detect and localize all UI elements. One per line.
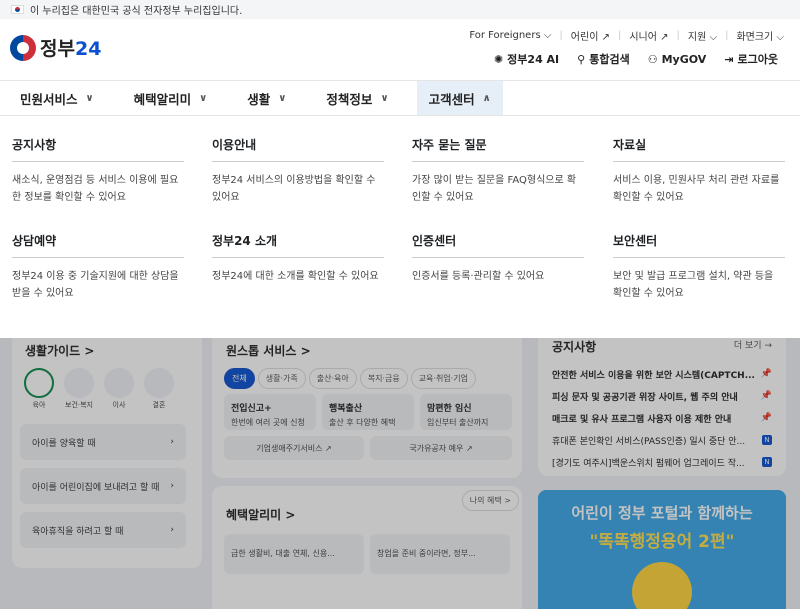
- dropdown-item-consult[interactable]: 상담예약 정부24 이용 중 기술지원에 대한 상담을 받을 수 있어요: [12, 232, 184, 302]
- ai-link[interactable]: ✺ 정부24 AI: [494, 51, 559, 67]
- government-emblem-icon: [10, 34, 36, 61]
- header: 정부24 For Foreigners ⌵ | 어린이 ↗ | 시니어 ↗ | 지원 …: [0, 19, 800, 80]
- search-link[interactable]: ⚲ 통합검색: [577, 51, 630, 67]
- ai-icon: ✺: [493, 52, 504, 66]
- dropdown-item-guide[interactable]: 이용안내 정부24 서비스의 이용방법을 확인할 수 있어요: [212, 136, 384, 206]
- gov-banner: 이 누리집은 대한민국 공식 전자정부 누리집입니다.: [0, 0, 800, 19]
- chevron-down-icon: ∨: [199, 92, 208, 104]
- dropdown-item-faq[interactable]: 자주 묻는 질문 가장 많이 받는 질문을 FAQ형식으로 확인할 수 있어요: [412, 136, 584, 206]
- dropdown-item-cert[interactable]: 인증센터 인증서를 등록·관리할 수 있어요: [412, 232, 584, 285]
- main-nav: 민원서비스 ∨ 혜택알리미 ∨ 생활 ∨ 정책정보 ∨ 고객센터 ∧: [0, 80, 800, 116]
- util-support[interactable]: 지원 ⌵: [688, 28, 717, 43]
- dropdown-item-archive[interactable]: 자료실 서비스 이용, 민원사무 처리 관련 자료를 확인할 수 있어요: [613, 136, 785, 206]
- util-foreigners[interactable]: For Foreigners ⌵: [469, 28, 551, 43]
- nav-benefit[interactable]: 혜택알리미 ∨: [122, 81, 220, 115]
- korea-flag-icon: [11, 5, 24, 14]
- util-senior[interactable]: 시니어 ↗: [629, 28, 668, 43]
- quick-links: ✺ 정부24 AI ⚲ 통합검색 ⚇ MyGOV ⇥ 로그아웃: [494, 51, 778, 67]
- dropdown-item-notice[interactable]: 공지사항 새소식, 운영점검 등 서비스 이용에 필요한 정보를 확인할 수 있어…: [12, 136, 184, 206]
- mygov-link[interactable]: ⚇ MyGOV: [648, 51, 707, 67]
- chevron-down-icon: ∨: [85, 92, 94, 104]
- nav-customer-center[interactable]: 고객센터 ∧: [416, 81, 503, 115]
- chevron-down-icon: ∨: [278, 92, 287, 104]
- customer-center-dropdown: 공지사항 새소식, 운영점검 등 서비스 이용에 필요한 정보를 확인할 수 있어…: [0, 116, 800, 338]
- search-icon: ⚲: [577, 52, 586, 66]
- util-zoom[interactable]: 화면크기 ⌵: [736, 28, 784, 43]
- dropdown-item-security[interactable]: 보안센터 보안 및 발급 프로그램 설치, 약관 등을 확인할 수 있어요: [613, 232, 785, 302]
- user-icon: ⚇: [647, 52, 658, 66]
- dim-overlay[interactable]: [0, 338, 800, 609]
- util-links: For Foreigners ⌵ | 어린이 ↗ | 시니어 ↗ | 지원 ⌵ | 화면…: [469, 28, 784, 43]
- nav-life[interactable]: 생활 ∨: [235, 81, 298, 115]
- nav-policy[interactable]: 정책정보 ∨: [314, 81, 400, 115]
- gov-banner-text: 이 누리집은 대한민국 공식 전자정부 누리집입니다.: [30, 6, 243, 17]
- dropdown-item-intro[interactable]: 정부24 소개 정부24에 대한 소개를 확인할 수 있어요: [212, 232, 384, 285]
- logo-text: 정부24: [40, 38, 102, 60]
- logout-icon: ⇥: [724, 52, 734, 66]
- logo[interactable]: 정부24: [10, 34, 101, 61]
- chevron-up-icon: ∧: [482, 92, 491, 104]
- logout-link[interactable]: ⇥ 로그아웃: [724, 51, 778, 67]
- chevron-down-icon: ∨: [380, 92, 389, 104]
- util-kids[interactable]: 어린이 ↗: [571, 28, 610, 43]
- nav-civil[interactable]: 민원서비스 ∨: [8, 81, 106, 115]
